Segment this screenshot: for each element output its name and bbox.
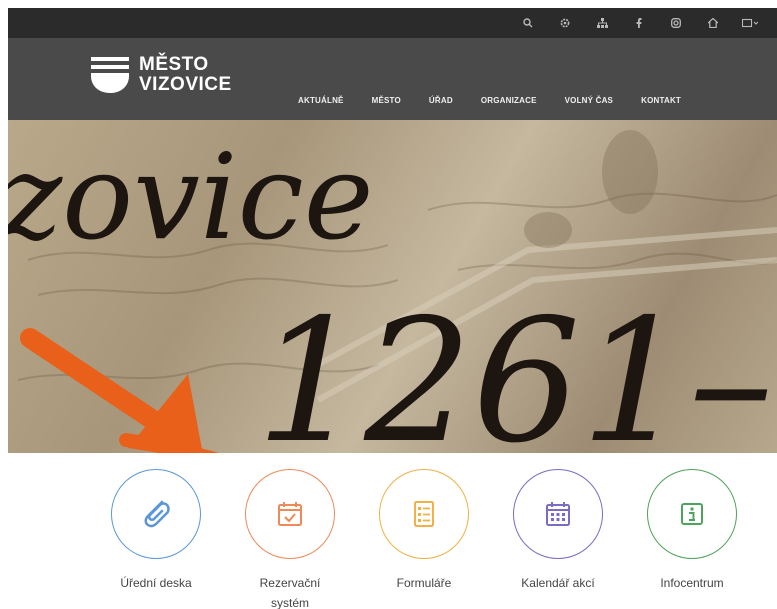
quick-links: Úřední deska Rezervační systém Formuláře… [8, 453, 777, 609]
quick-link-rezervacni-system[interactable]: Rezervační systém [225, 469, 355, 609]
instagram-icon[interactable] [667, 18, 685, 28]
quick-link-label: Formuláře [396, 576, 452, 590]
quick-link-circle[interactable] [647, 469, 737, 559]
main-header: MĚSTO VIZOVICE AKTUÁLNĚ MĚSTO ÚŘAD ORGAN… [8, 38, 777, 120]
menu-item-organizace[interactable]: ORGANIZACE [481, 96, 537, 105]
site-logo[interactable]: MĚSTO VIZOVICE [91, 54, 232, 96]
hero-banner: zovice 1261– [8, 120, 777, 453]
quick-link-uredni-deska[interactable]: Úřední deska [91, 469, 221, 593]
top-utility-bar [8, 8, 777, 38]
hero-script-word: zovice [8, 128, 374, 266]
main-menu: AKTUÁLNĚ MĚSTO ÚŘAD ORGANIZACE VOLNÝ ČAS… [298, 96, 681, 105]
page-frame: MĚSTO VIZOVICE AKTUÁLNĚ MĚSTO ÚŘAD ORGAN… [8, 8, 777, 609]
menu-item-volny-cas[interactable]: VOLNÝ ČAS [565, 96, 613, 105]
calendar-check-icon [278, 502, 302, 526]
hero-artwork: zovice 1261– [8, 128, 777, 453]
logo-mark-icon [91, 57, 129, 93]
quick-link-label: Infocentrum [660, 576, 724, 590]
gear-icon[interactable] [556, 18, 574, 28]
quick-link-label: Rezervační systém [259, 576, 321, 609]
menu-item-aktualne[interactable]: AKTUÁLNĚ [298, 96, 344, 105]
home-icon[interactable] [704, 18, 722, 28]
calendar-grid-icon [546, 502, 570, 526]
facebook-icon[interactable] [630, 18, 648, 28]
quick-link-circle[interactable] [111, 469, 201, 559]
logo-line-2: VIZOVICE [139, 74, 232, 95]
quick-link-formulare[interactable]: Formuláře [359, 469, 489, 593]
logo-line-1: MĚSTO [139, 54, 209, 75]
menu-item-urad[interactable]: ÚŘAD [429, 96, 453, 105]
info-icon [681, 503, 703, 525]
hero-script-year: 1261– [256, 283, 774, 453]
quick-link-circle[interactable] [513, 469, 603, 559]
sitemap-icon[interactable] [593, 18, 611, 28]
language-icon[interactable] [741, 18, 759, 28]
logo-text: MĚSTO VIZOVICE [139, 55, 232, 95]
quick-link-infocentrum[interactable]: Infocentrum [627, 469, 757, 593]
quick-link-label: Úřední deska [120, 576, 192, 590]
quick-link-circle[interactable] [245, 469, 335, 559]
quick-link-kalendar-akci[interactable]: Kalendář akcí [493, 469, 623, 593]
quick-link-circle[interactable] [379, 469, 469, 559]
paperclip-icon [144, 500, 170, 528]
menu-item-mesto[interactable]: MĚSTO [372, 96, 401, 105]
top-icon-group [519, 8, 759, 38]
quick-link-label: Kalendář akcí [521, 576, 595, 590]
search-icon[interactable] [519, 18, 537, 28]
form-list-icon [414, 501, 434, 527]
menu-item-kontakt[interactable]: KONTAKT [641, 96, 681, 105]
